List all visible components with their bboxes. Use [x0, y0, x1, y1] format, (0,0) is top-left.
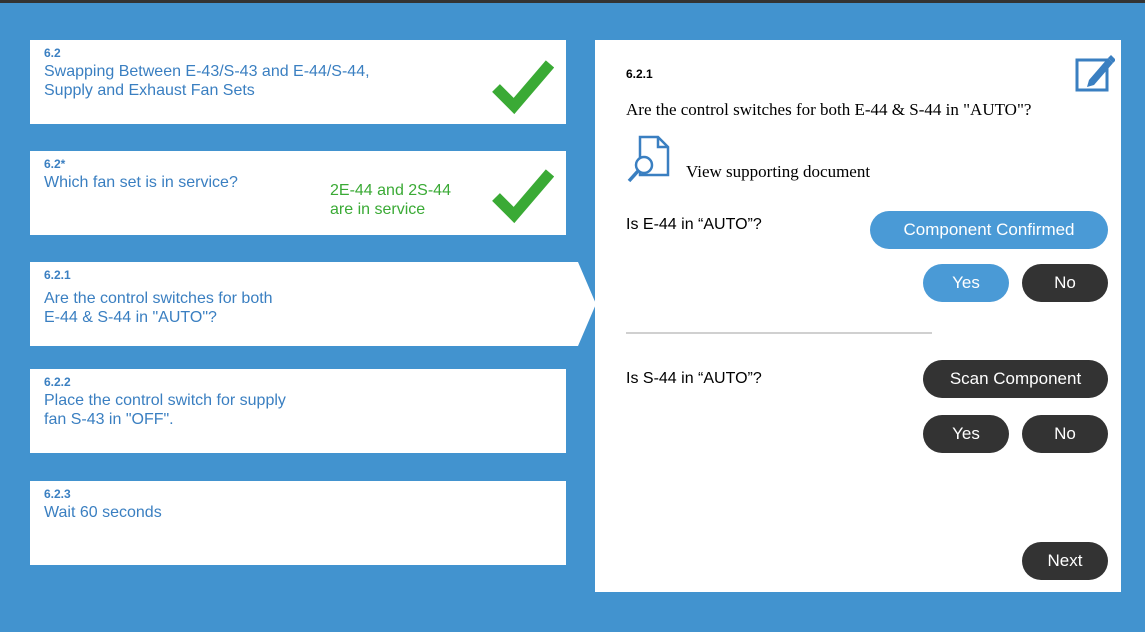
- step-card-6-2-3[interactable]: 6.2.3 Wait 60 seconds: [30, 481, 566, 565]
- step-title: Which fan set is in service?: [44, 174, 238, 191]
- next-button[interactable]: Next: [1022, 542, 1108, 580]
- checkmark-icon: [492, 169, 554, 224]
- step-card-6-2-star[interactable]: 6.2* Which fan set is in service? 2E-44 …: [30, 151, 566, 235]
- e44-no-button[interactable]: No: [1022, 264, 1108, 302]
- step-title: Swapping Between E-43/S-43 and E-44/S-44…: [44, 63, 370, 99]
- active-card-content: 6.2.1 Are the control switches for both …: [30, 262, 596, 346]
- step-card-6-2[interactable]: 6.2 Swapping Between E-43/S-43 and E-44/…: [30, 40, 566, 124]
- component-confirmed-button[interactable]: Component Confirmed: [870, 211, 1108, 249]
- scan-component-button[interactable]: Scan Component: [923, 360, 1108, 398]
- step-number: 6.2: [44, 46, 61, 60]
- step-number: 6.2.2: [44, 375, 71, 389]
- e44-yes-button[interactable]: Yes: [923, 264, 1009, 302]
- checkmark-icon: [492, 60, 554, 115]
- step-title: Wait 60 seconds: [44, 504, 162, 521]
- step-number: 6.2*: [44, 157, 66, 171]
- step-answer: 2E-44 and 2S-44 are in service: [330, 182, 451, 218]
- edit-icon[interactable]: [1075, 52, 1115, 92]
- question-e44-label: Is E-44 in “AUTO”?: [626, 216, 762, 233]
- section-divider: [626, 332, 932, 334]
- top-border: [0, 0, 1145, 3]
- step-number: 6.2.3: [44, 487, 71, 501]
- step-number: 6.2.1: [44, 268, 71, 282]
- panel-step-number: 6.2.1: [626, 67, 653, 81]
- view-supporting-document-link[interactable]: View supporting document: [686, 162, 870, 182]
- panel-question: Are the control switches for both E-44 &…: [626, 100, 1032, 119]
- step-title: Place the control switch for supply fan …: [44, 392, 286, 428]
- s44-no-button[interactable]: No: [1022, 415, 1108, 453]
- s44-yes-button[interactable]: Yes: [923, 415, 1009, 453]
- step-card-6-2-2[interactable]: 6.2.2 Place the control switch for suppl…: [30, 369, 566, 453]
- step-title: Are the control switches for both E-44 &…: [44, 290, 273, 326]
- detail-panel: 6.2.1 Are the control switches for both …: [595, 40, 1121, 592]
- question-s44-label: Is S-44 in “AUTO”?: [626, 370, 762, 387]
- document-search-icon[interactable]: [626, 135, 676, 185]
